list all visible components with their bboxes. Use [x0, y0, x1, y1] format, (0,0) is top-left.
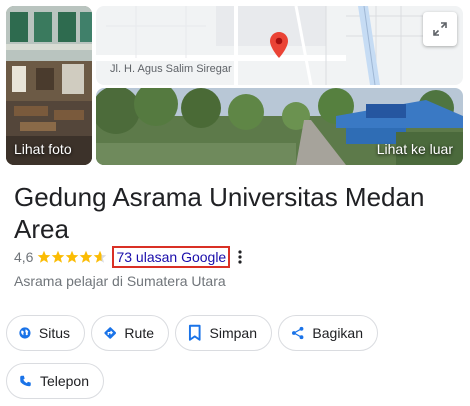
street-view-label: Lihat ke luar: [376, 141, 453, 157]
share-icon: [292, 326, 304, 340]
map-tile[interactable]: Jl. H. Agus Salim Siregar: [96, 6, 463, 85]
globe-icon: [19, 327, 31, 339]
website-label: Situs: [38, 325, 70, 341]
map-street-label: Jl. H. Agus Salim Siregar: [110, 63, 232, 75]
share-label: Bagikan: [312, 325, 363, 341]
reviews-link[interactable]: 73 ulasan Google: [116, 249, 226, 265]
rating-row: 4,6 73 ulasan Google: [14, 246, 242, 268]
stars-icon: [38, 250, 107, 263]
more-vert-icon: [238, 250, 242, 264]
directions-button[interactable]: Rute: [91, 315, 169, 351]
website-button[interactable]: Situs: [6, 315, 85, 351]
more-options-button[interactable]: [238, 250, 242, 264]
place-category: Asrama pelajar di Sumatera Utara: [14, 273, 226, 289]
photo-tile[interactable]: Lihat foto: [6, 6, 92, 165]
bookmark-icon: [188, 324, 201, 341]
phone-icon: [20, 375, 31, 387]
photos-label: Lihat foto: [14, 141, 72, 157]
save-button[interactable]: Simpan: [175, 315, 272, 351]
share-button[interactable]: Bagikan: [278, 315, 378, 351]
save-label: Simpan: [209, 325, 257, 341]
expand-icon: [433, 22, 447, 36]
media-grid: Lihat foto Jl. H. Agus Salim Siregar Lih…: [6, 6, 463, 165]
rating-value: 4,6: [14, 249, 34, 265]
phone-button[interactable]: Telepon: [6, 363, 104, 399]
reviews-highlight: 73 ulasan Google: [112, 246, 231, 268]
street-view-tile[interactable]: Lihat ke luar: [96, 88, 463, 165]
directions-icon: [104, 327, 116, 339]
star-rating: [37, 250, 107, 264]
place-title: Gedung Asrama Universitas Medan Area: [14, 182, 425, 244]
directions-label: Rute: [124, 325, 154, 341]
map-pin-icon: [270, 32, 288, 58]
phone-label: Telepon: [39, 373, 89, 389]
expand-map-button[interactable]: [423, 12, 457, 46]
